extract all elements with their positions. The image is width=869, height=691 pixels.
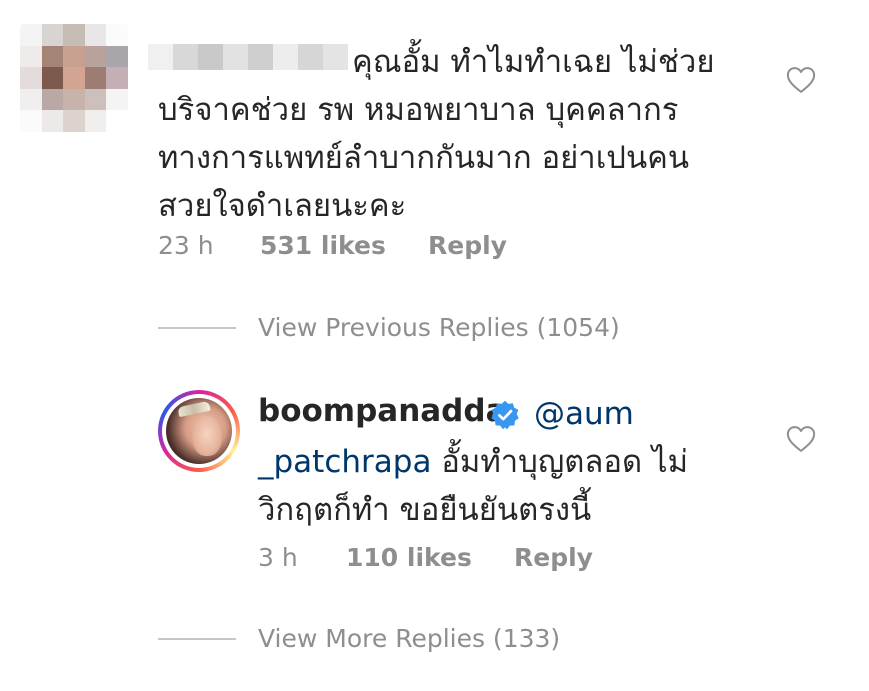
likes-count-link[interactable]: 531 likes [260,231,386,260]
divider-line [158,637,236,640]
instagram-comments-screen: คุณอั้ม ทำไมทำเฉย ไม่ช่วย บริจาคช่วย รพ … [0,0,869,691]
avatar-story-ring[interactable] [158,390,240,472]
reply-button[interactable]: Reply [514,543,593,572]
comment-text-line: วิกฤตก็ทำ ขอยืนยันตรงนี้ [258,492,592,528]
verified-badge-icon [491,400,519,430]
mention-link[interactable]: _patchrapa [258,444,431,480]
view-previous-replies-label: View Previous Replies (1054) [258,313,620,342]
heart-outline-icon[interactable] [786,425,816,453]
view-previous-replies-button[interactable]: View Previous Replies (1054) [158,313,620,342]
username-link[interactable]: boompanadda [258,393,506,429]
heart-outline-icon[interactable] [786,66,816,94]
comment-text-line: ทางการแพทย์ลำบากกันมาก อย่าเปนคน [158,140,690,176]
view-more-replies-label: View More Replies (133) [258,624,561,653]
likes-count-link[interactable]: 110 likes [346,543,472,572]
reply-button[interactable]: Reply [428,231,507,260]
divider-line [158,326,236,329]
view-more-replies-button[interactable]: View More Replies (133) [158,624,560,653]
mention-link[interactable]: @aum [534,390,634,438]
comment-text-line: _patchrapa อั้มทำบุญตลอด ไม่ [258,438,688,486]
comment-text: อั้มทำบุญตลอด ไม่ [431,444,689,480]
comment-text-line: สวยใจดำเลยนะคะ [158,188,407,224]
avatar-blurred[interactable] [20,24,128,132]
comment-time: 3 h [258,543,298,572]
comment-text-line: คุณอั้ม ทำไมทำเฉย ไม่ช่วย [352,44,715,80]
comment-time: 23 h [158,231,214,260]
username-blurred[interactable] [148,44,348,70]
avatar [166,398,232,464]
comment-text-line: บริจาคช่วย รพ หมอพยาบาล บุคคลากร [158,92,679,128]
